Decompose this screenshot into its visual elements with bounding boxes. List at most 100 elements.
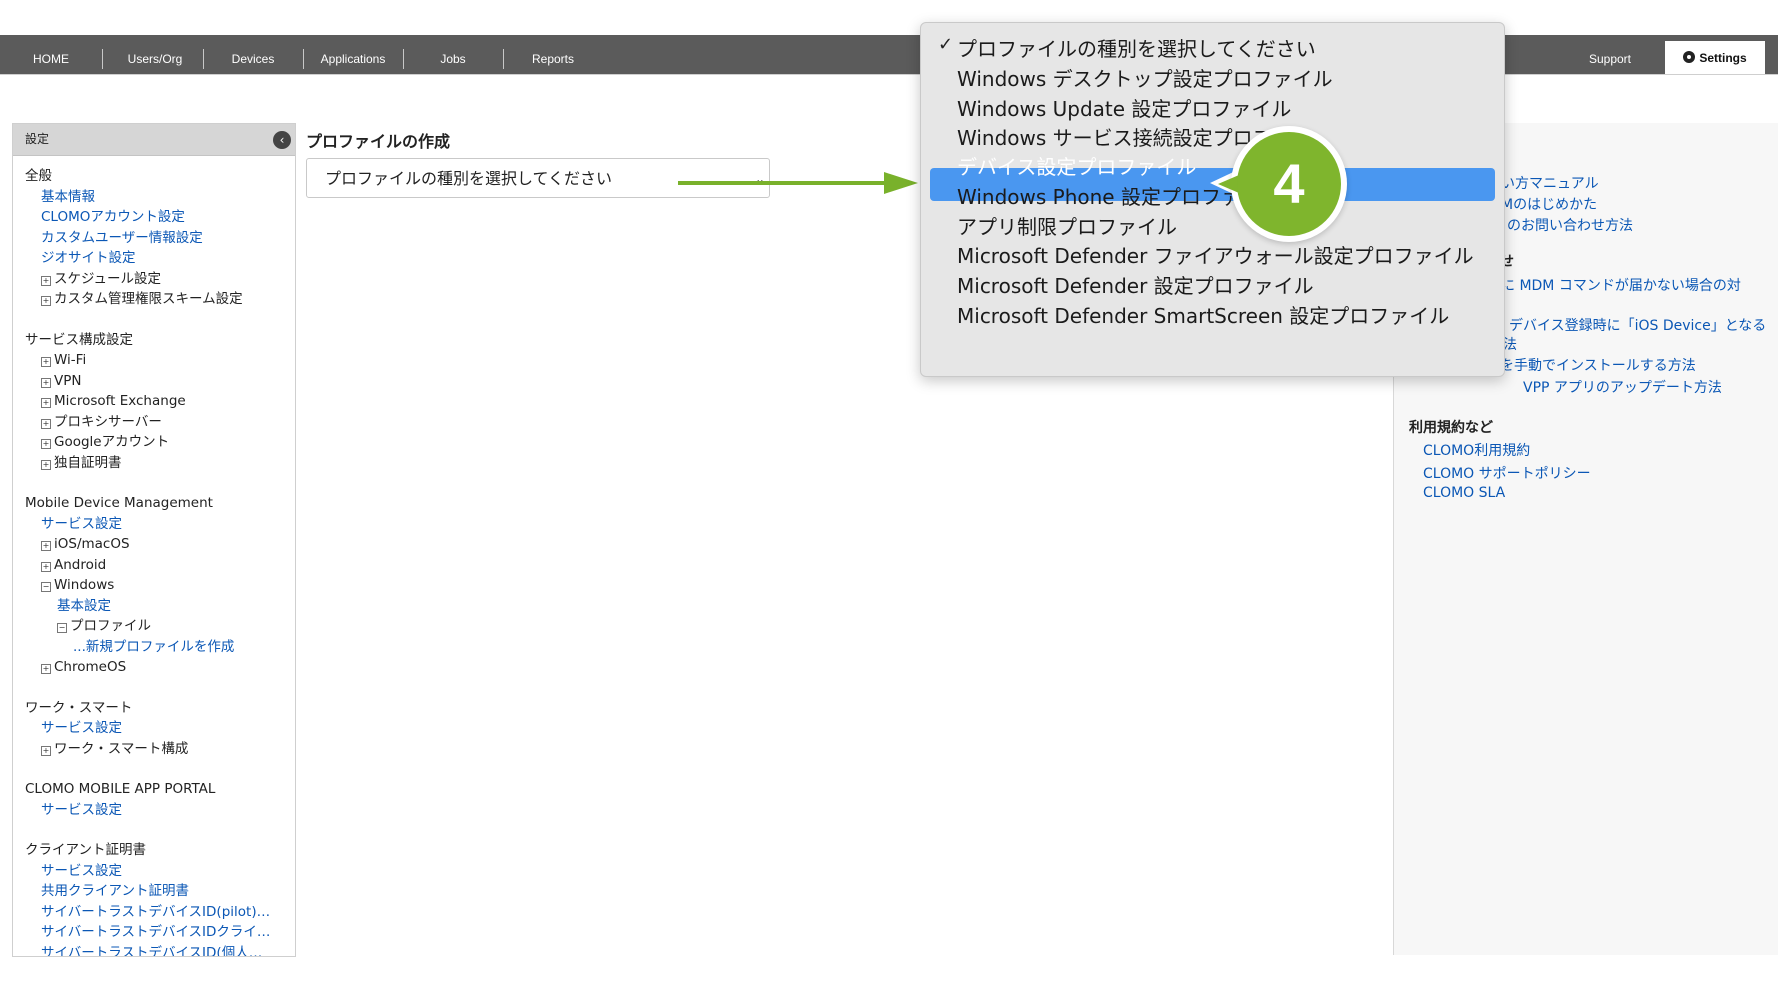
sidebar-link[interactable]: サイバートラストデバイスID(pilot)… [25, 902, 283, 923]
sidebar-item-label: 共用クライアント証明書 [41, 883, 189, 899]
sidebar-item-label: サービス設定 [41, 801, 122, 818]
dropdown-option[interactable]: Microsoft Defender SmartScreen 設定プロファイル [957, 300, 1449, 329]
sidebar-link[interactable]: サービス設定 [25, 718, 283, 739]
sidebar-tree-node[interactable]: + VPN [25, 371, 283, 392]
nav-reports[interactable]: Reports [510, 35, 596, 75]
sidebar-link[interactable]: CLOMOアカウント設定 [25, 207, 283, 228]
sidebar-item-label: サイバートラストデバイスIDクライ… [41, 924, 271, 940]
dropdown-option[interactable]: Microsoft Defender 設定プロファイル [957, 270, 1314, 299]
sidebar-tree-node[interactable]: + Googleアカウント [25, 432, 283, 453]
top-nav-bar: HOME Users/Org Devices Applications Jobs… [0, 35, 1778, 75]
dropdown-option[interactable]: Microsoft Defender ファイアウォール設定プロファイル [957, 240, 1474, 269]
sidebar-tree-node[interactable]: + Wi-Fi [25, 350, 283, 371]
sidebar-item-label: 基本情報 [41, 188, 95, 205]
sidebar-link[interactable]: カスタムユーザー情報設定 [25, 228, 283, 249]
sidebar-section-title: Mobile Device Management [25, 495, 213, 511]
sidebar-link[interactable]: サービス設定 [25, 861, 283, 882]
sidebar-item-label: CLOMOアカウント設定 [41, 209, 185, 225]
sidebar-item-label: サービス設定 [41, 720, 122, 736]
nav-users-org[interactable]: Users/Org [110, 35, 200, 75]
sidebar-tree-node[interactable]: + スケジュール設定 [25, 269, 283, 290]
expand-icon[interactable]: + [41, 745, 51, 756]
collapse-icon[interactable]: − [57, 623, 67, 633]
page-title: プロファイルの作成 [306, 132, 451, 151]
collapse-icon[interactable]: − [41, 582, 51, 592]
sidebar-link[interactable]: ...新規プロファイルを作成 [25, 637, 283, 658]
sidebar-link[interactable]: 基本情報 [25, 187, 283, 208]
help-link[interactable]: CLOMO サポートポリシー [1423, 463, 1591, 483]
help-link[interactable]: に MDM コマンドが届かない場合の対 [1501, 275, 1741, 295]
nav-devices[interactable]: Devices [210, 35, 296, 75]
sidebar-tree-node[interactable]: + プロキシサーバー [25, 412, 283, 433]
sidebar-tree-node[interactable]: + カスタム管理権限スキーム設定 [25, 289, 283, 310]
help-link[interactable]: Mのはじめかた [1501, 194, 1597, 214]
sidebar-link[interactable]: ジオサイト設定 [25, 248, 283, 269]
step-badge: 4 [1237, 132, 1341, 236]
sidebar-link[interactable]: サイバートラストデバイスID(個人… [25, 943, 283, 957]
sidebar-tree-node[interactable]: + Microsoft Exchange [25, 391, 283, 412]
sidebar-link[interactable]: 共用クライアント証明書 [25, 881, 283, 902]
dropdown-option[interactable]: Windows デスクトップ設定プロファイル [957, 63, 1333, 92]
sidebar-tree-node[interactable]: + ワーク・スマート構成 [25, 739, 283, 760]
sidebar-section-title: 全般 [25, 168, 52, 184]
help-link[interactable]: CLOMO SLA [1423, 485, 1505, 501]
help-link[interactable]: CLOMO利用規約 [1423, 440, 1530, 460]
help-link[interactable]: デバイス登録時に「iOS Device」となる [1509, 315, 1766, 335]
sidebar-section-title: クライアント証明書 [25, 842, 146, 858]
sidebar-link[interactable]: サービス設定 [25, 800, 283, 821]
sidebar-item-label: Windows [54, 577, 115, 593]
nav-applications[interactable]: Applications [308, 35, 398, 75]
expand-icon[interactable]: + [41, 296, 51, 306]
expand-icon[interactable]: + [41, 398, 51, 408]
help-link[interactable]: のお問い合わせ方法 [1507, 215, 1633, 235]
nav-support[interactable]: Support [1570, 35, 1650, 75]
sidebar-tree-node[interactable]: − Windows [25, 575, 283, 596]
profile-type-select[interactable]: プロファイルの種別を選択してください ⌄ [306, 158, 770, 198]
expand-icon[interactable]: + [41, 377, 51, 388]
sidebar-link[interactable]: 基本設定 [25, 596, 283, 617]
help-link[interactable]: 法 [1503, 334, 1517, 354]
sidebar-item-label: Microsoft Exchange [54, 393, 186, 409]
collapse-sidebar-icon[interactable]: ‹ [273, 131, 291, 149]
sidebar-tree-node[interactable]: + iOS/macOS [25, 534, 283, 555]
sidebar-tree-node[interactable]: + 独自証明書 [25, 453, 283, 474]
expand-icon[interactable]: + [41, 439, 51, 449]
expand-icon[interactable]: + [41, 275, 51, 286]
expand-icon[interactable]: + [41, 561, 51, 572]
dropdown-option[interactable]: Windows サービス接続設定プロフ [957, 122, 1273, 151]
help-link[interactable]: VPP アプリのアップデート方法 [1523, 377, 1722, 397]
sidebar-tree-node[interactable]: + Android [25, 555, 283, 576]
dropdown-option[interactable]: プロファイルの種別を選択してください [957, 33, 1316, 62]
expand-icon[interactable]: + [41, 357, 51, 367]
expand-icon[interactable]: + [41, 541, 51, 551]
profile-type-select-value: プロファイルの種別を選択してください [325, 169, 613, 188]
dropdown-option[interactable]: アプリ制限プロファイル [957, 211, 1177, 240]
sidebar-tree-node[interactable]: + ChromeOS [25, 657, 283, 678]
nav-underline [0, 74, 1778, 75]
profile-type-dropdown-menu: プロファイルの種別を選択してください Windows デスクトップ設定プロファイル… [920, 22, 1505, 377]
sidebar-item-label: ChromeOS [54, 659, 127, 675]
help-link[interactable]: を手動でインストールする方法 [1500, 355, 1696, 375]
sidebar-link[interactable]: サービス設定 [25, 514, 283, 535]
nav-settings-tab[interactable]: Settings [1665, 41, 1765, 75]
chevron-down-icon: ⌄ [754, 172, 765, 186]
sidebar-item-label: サイバートラストデバイスID(個人… [41, 944, 263, 957]
annotation-arrow-shaft [678, 181, 886, 185]
dropdown-option[interactable]: Windows Update 設定プロファイル [957, 93, 1291, 122]
dropdown-option[interactable]: デバイス設定プロファイル [957, 151, 1196, 180]
sidebar-link[interactable]: サイバートラストデバイスIDクライ… [25, 922, 283, 943]
nav-home[interactable]: HOME [18, 35, 84, 75]
nav-divider [403, 49, 404, 69]
sidebar-tree-node[interactable]: − プロファイル [25, 616, 283, 637]
expand-icon[interactable]: + [41, 459, 51, 470]
expand-icon[interactable]: + [41, 664, 51, 674]
annotation-arrow-head-icon [884, 172, 918, 194]
nav-divider [203, 49, 204, 69]
sidebar-item-label: サービス設定 [41, 515, 122, 532]
expand-icon[interactable]: + [41, 418, 51, 429]
sidebar-header: 設定 ‹ [13, 124, 295, 156]
sidebar-item-label: プロファイル [70, 618, 151, 634]
help-link[interactable]: い方マニュアル [1501, 173, 1599, 193]
nav-jobs[interactable]: Jobs [410, 35, 496, 75]
